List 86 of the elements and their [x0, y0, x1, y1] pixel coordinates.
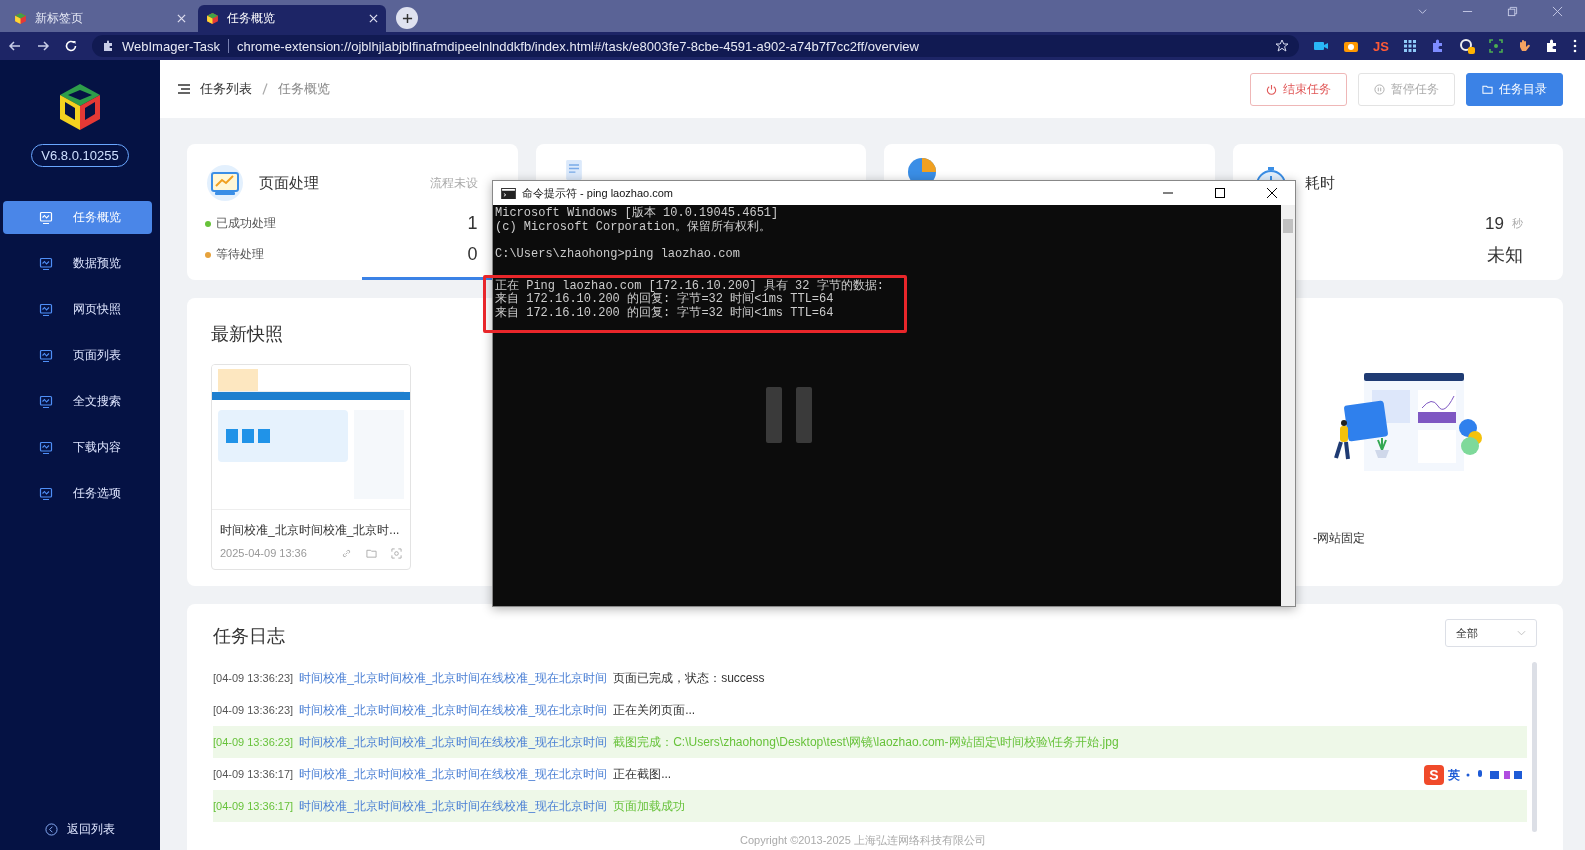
sidebar-item[interactable]: 数据预览 — [3, 247, 152, 280]
new-tab-button[interactable] — [396, 7, 418, 29]
monitor-chart-icon — [205, 163, 245, 203]
breadcrumb-item: 任务概览 — [278, 80, 330, 98]
sidebar-item[interactable]: 网页快照 — [3, 293, 152, 326]
card-title: 耗时 — [1304, 173, 1335, 193]
window-title: 命令提示符 - ping laozhao.com — [522, 185, 674, 201]
browser-tab[interactable]: 新标签页 — [6, 5, 194, 32]
stat-value: 0 — [467, 244, 478, 265]
stat-label: 等待处理 — [216, 246, 264, 263]
end-task-button[interactable]: 结束任务 — [1250, 72, 1347, 106]
sidebar-item[interactable]: 页面列表 — [3, 339, 152, 372]
log-entry: [04-09 13:36:23] 时间校准_北京时间校准_北京时间在线校准_现在北京时间 正在关闭页面... — [213, 701, 696, 719]
section-title: 任务日志 — [213, 625, 285, 648]
puzzle-icon — [102, 40, 114, 52]
magnifier-badge-icon[interactable] — [1459, 38, 1475, 54]
stat-value: 1 — [467, 213, 478, 234]
stat-unit: 秒 — [1512, 216, 1523, 231]
forward-arrow-icon[interactable] — [36, 39, 50, 53]
slash-icon — [262, 83, 268, 95]
browser-tab[interactable]: 任务概览 — [198, 5, 386, 32]
folder-icon — [1482, 83, 1493, 95]
monitor-chart-icon — [39, 486, 53, 501]
stat-value: 未知 — [1487, 243, 1523, 267]
sidebar-item[interactable]: 全文搜索 — [3, 385, 152, 418]
monitor-chart-icon — [39, 256, 53, 271]
monitor-chart-icon — [39, 302, 53, 317]
pause-circle-icon — [1374, 83, 1385, 95]
card-title: 页面处理 — [259, 173, 319, 193]
stat-label: 已成功处理 — [216, 215, 276, 232]
power-icon — [1266, 83, 1277, 95]
section-title: 最新快照 — [211, 323, 283, 346]
crop-icon[interactable] — [1489, 39, 1503, 53]
snapshot-date: 2025-04-09 13:36 — [220, 547, 307, 559]
console-line: Microsoft Windows [版本 10.0.19045.4651] — [495, 207, 780, 220]
puzzle-icon[interactable] — [1431, 39, 1445, 53]
chevron-down-icon — [1517, 630, 1526, 636]
js-extension-button[interactable]: JS — [1373, 38, 1389, 54]
stat-value: 19 — [1485, 213, 1504, 234]
close-icon[interactable] — [1267, 188, 1277, 198]
task-folder-button[interactable]: 任务目录 — [1466, 72, 1563, 106]
video-camera-icon[interactable] — [1313, 39, 1330, 53]
console-line: 正在 Ping laozhao.com [172.16.10.200] 具有 32 字节的数据: — [495, 279, 885, 293]
copyright-text: Copyright ©2013-2025 上海弘连网络科技有限公司 — [740, 833, 986, 848]
log-entry: [04-09 13:36:23] 时间校准_北京时间校准_北京时间在线校准_现在北京时间 页面已完成，状态：success — [213, 669, 765, 687]
plus-icon — [401, 12, 413, 24]
sidebar-item[interactable]: 任务选项 — [3, 477, 152, 510]
restore-icon[interactable] — [1507, 5, 1518, 17]
menu-icon[interactable] — [178, 84, 190, 94]
console-line: 来自 172.16.10.200 的回复: 字节=32 时间<1ms TTL=64 — [495, 306, 835, 320]
monitor-chart-icon — [39, 348, 53, 363]
monitor-chart-icon — [39, 440, 53, 455]
reload-icon[interactable] — [64, 39, 78, 53]
scrollbar[interactable] — [1281, 205, 1295, 606]
breadcrumb-item[interactable]: 任务列表 — [200, 80, 252, 98]
document-icon — [565, 160, 582, 180]
cube-favicon-icon — [14, 12, 27, 25]
more-icon[interactable] — [1573, 39, 1577, 53]
grid-icon[interactable] — [1403, 39, 1417, 53]
log-entry: [04-09 13:36:17] 时间校准_北京时间校准_北京时间在线校准_现在北京时间 正在截图... — [213, 765, 672, 783]
camera-icon[interactable] — [1343, 39, 1360, 53]
console-line: 来自 172.16.10.200 的回复: 字节=32 时间<1ms TTL=64 — [495, 293, 835, 306]
monitor-chart-icon — [39, 210, 53, 225]
terminal-icon — [501, 187, 516, 199]
sidebar-item[interactable]: 任务概览 — [3, 201, 152, 234]
console-line: (c) Microsoft Corporation。保留所有权利。 — [495, 220, 773, 234]
star-icon[interactable] — [1275, 39, 1290, 53]
hand-icon[interactable] — [1517, 39, 1531, 53]
extensions-icon[interactable] — [1545, 39, 1559, 53]
snapshot-caption: 时间校准_北京时间校准_北京时... — [219, 522, 401, 539]
log-filter-select[interactable]: 全部 — [1445, 619, 1537, 647]
scrollbar[interactable] — [1532, 662, 1537, 832]
cube-favicon-icon — [206, 12, 219, 25]
card-hint: 流程未设 — [429, 174, 478, 192]
sidebar-item[interactable]: 下载内容 — [3, 431, 152, 464]
maximize-icon[interactable] — [1215, 188, 1225, 198]
ime-tools-icon — [1464, 769, 1524, 781]
console-line: C:\Users\zhaohong>ping laozhao.com — [495, 247, 741, 261]
address-bar[interactable]: WebImager-Task chrome-extension://ojblhjlabjblfinafmdipeelnlnddkfb/index.html#/task/e8003fe7-8cbe-4591-a902-a74b7f7cc2ff/overview — [92, 35, 1300, 57]
log-entry: [04-09 13:36:23] 时间校准_北京时间校准_北京时间在线校准_现在北京时间 截图完成：C:\Users\zhaohong\Desktop\test\网镜\laozhao.com-网站固定\时间校验\任务开始.jpg — [213, 733, 1119, 751]
back-circle-icon — [45, 823, 58, 836]
back-arrow-icon[interactable] — [8, 39, 22, 53]
log-entry: [04-09 13:36:17] 时间校准_北京时间校准_北京时间在线校准_现在北京时间 页面加载成功 — [213, 797, 686, 815]
back-to-list-link[interactable]: 返回列表 — [45, 821, 115, 838]
snapshot-path-fragment: -网站固定 — [1313, 530, 1365, 547]
monitor-chart-icon — [39, 394, 53, 409]
